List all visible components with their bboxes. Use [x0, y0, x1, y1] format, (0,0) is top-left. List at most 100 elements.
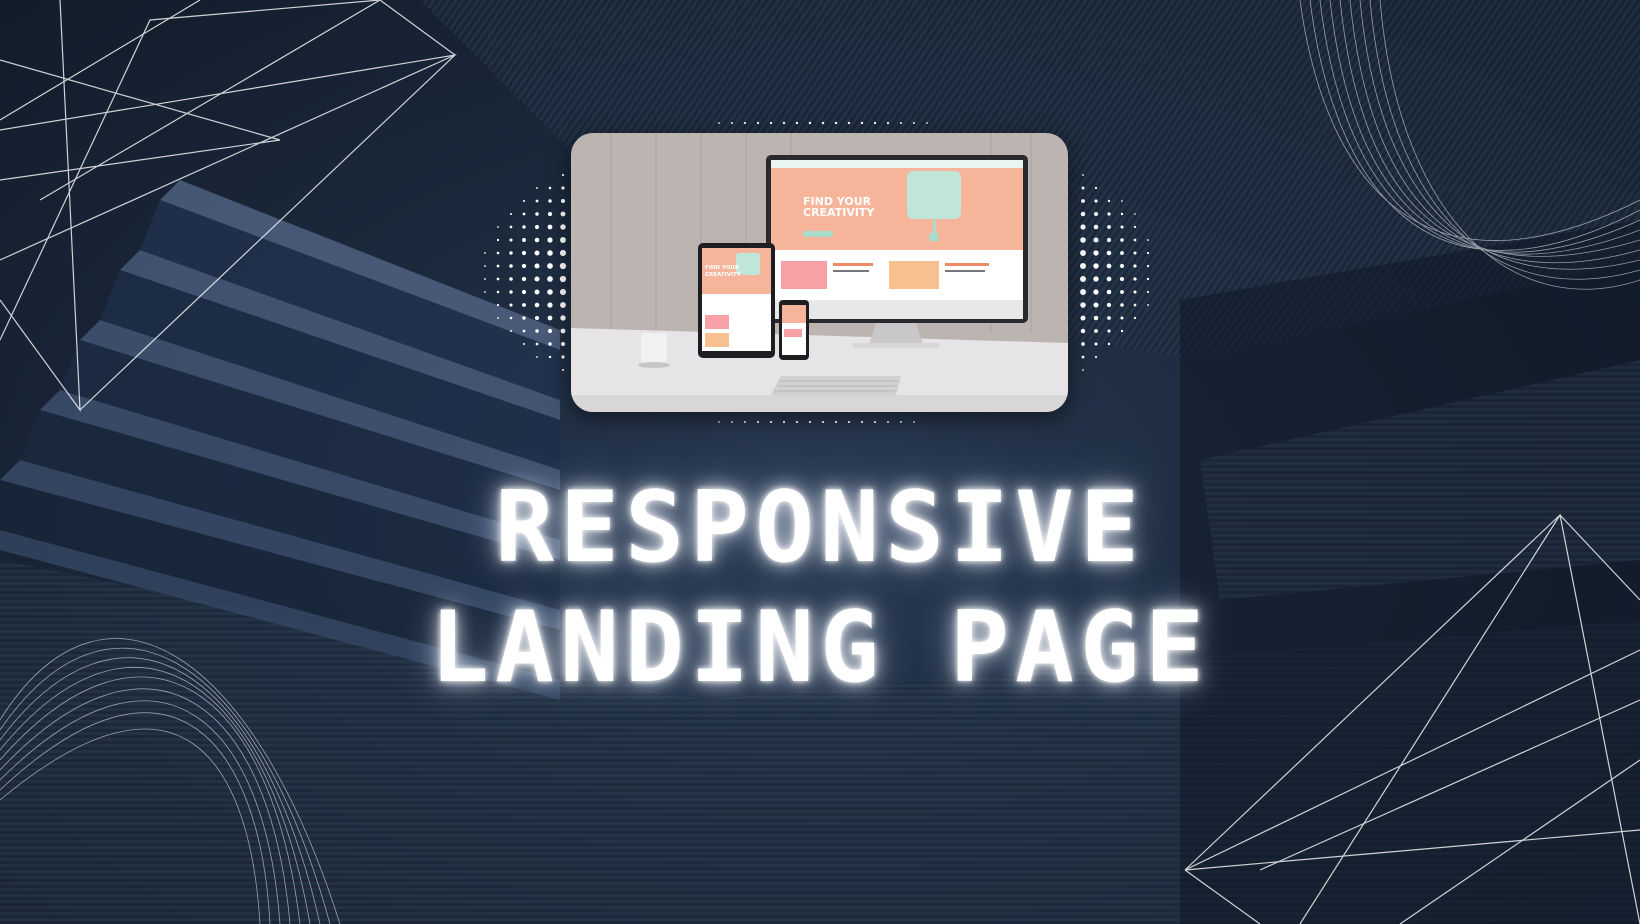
halftone-dot: [743, 121, 747, 125]
halftone-dot: [560, 224, 566, 230]
halftone-dot: [534, 263, 540, 269]
halftone-dot: [1106, 302, 1112, 308]
halftone-dot: [1079, 275, 1087, 283]
halftone-dot: [795, 121, 799, 125]
halftone-dot: [821, 121, 825, 125]
halftone-dot: [535, 329, 539, 333]
halftone-dot: [1081, 355, 1085, 359]
halftone-dot: [886, 420, 890, 424]
halftone-dot: [1094, 199, 1098, 203]
halftone-dot: [560, 341, 566, 347]
halftone-dot: [1133, 251, 1137, 255]
halftone-dot: [1106, 276, 1112, 282]
halftone-dot: [1082, 174, 1084, 176]
halftone-dot: [1093, 224, 1099, 230]
halftone-dot: [899, 121, 903, 125]
banner-canvas: FIND YOUR CREATIVITY FIND YOUR CREATIVIT…: [0, 0, 1640, 924]
halftone-dot: [535, 342, 539, 346]
halftone-dot: [1079, 262, 1087, 270]
halftone-dot: [484, 291, 486, 293]
halftone-dot: [782, 420, 786, 424]
halftone-dot: [1120, 212, 1124, 216]
halftone-dot: [560, 315, 566, 321]
halftone-dot: [808, 420, 812, 424]
halftone-dot: [536, 187, 538, 189]
halftone-dot: [560, 211, 566, 217]
halftone-dot: [497, 226, 499, 228]
halftone-dot: [1081, 186, 1085, 190]
halftone-dot: [926, 122, 928, 124]
halftone-dot: [1080, 315, 1086, 321]
halftone-dot: [873, 121, 877, 125]
halftone-dot: [509, 238, 513, 242]
halftone-dot: [731, 421, 733, 423]
halftone-dot: [821, 420, 825, 424]
halftone-dot: [521, 276, 527, 282]
halftone-dot: [1094, 212, 1098, 216]
halftone-dot: [547, 250, 553, 256]
halftone-dot: [1093, 237, 1099, 243]
halftone-dot: [484, 252, 486, 254]
halftone-dot: [496, 264, 500, 268]
halftone-dot: [559, 275, 567, 283]
halftone-dot: [497, 317, 499, 319]
halftone-dot: [522, 225, 526, 229]
halftone-dot: [1107, 212, 1111, 216]
halftone-dot: [1134, 213, 1136, 215]
tablet-headline-line2: CREATIVITY: [705, 272, 742, 278]
halftone-dot: [548, 186, 552, 190]
halftone-dot: [1107, 342, 1111, 346]
halftone-dot: [834, 420, 838, 424]
halftone-dot: [1120, 277, 1124, 281]
halftone-dot: [1107, 316, 1111, 320]
halftone-dot: [1133, 303, 1137, 307]
halftone-dot: [1093, 250, 1099, 256]
halftone-dot: [1106, 250, 1112, 256]
halftone-dot: [560, 198, 566, 204]
halftone-dot: [535, 199, 539, 203]
halftone-dot: [1080, 224, 1086, 230]
halftone-dot: [1080, 302, 1086, 308]
halftone-dot: [547, 237, 553, 243]
halftone-dot: [1120, 225, 1124, 229]
halftone-dot: [561, 355, 565, 359]
halftone-dot: [560, 302, 566, 308]
halftone-dot: [847, 121, 851, 125]
halftone-dot: [1093, 263, 1099, 269]
halftone-dot: [561, 186, 565, 190]
halftone-dot: [718, 122, 720, 124]
halftone-dot: [534, 315, 540, 321]
halftone-dot: [560, 328, 566, 334]
halftone-dot: [1107, 329, 1111, 333]
halftone-dot: [1106, 289, 1112, 295]
halftone-dot: [496, 251, 500, 255]
halftone-dot: [1120, 316, 1124, 320]
halftone-dot: [1081, 342, 1085, 346]
halftone-dot: [1146, 264, 1150, 268]
halftone-dot: [873, 420, 877, 424]
halftone-dot: [534, 237, 540, 243]
halftone-dot: [1080, 211, 1086, 217]
halftone-dot: [1093, 315, 1099, 321]
halftone-dot: [496, 277, 500, 281]
halftone-dot: [1133, 290, 1137, 294]
halftone-dot: [1120, 238, 1124, 242]
halftone-dot: [561, 368, 565, 372]
halftone-dot: [1133, 277, 1137, 281]
halftone-dot: [509, 212, 513, 216]
halftone-dot: [547, 211, 553, 217]
halftone-dot: [547, 315, 553, 321]
halftone-dot: [1094, 329, 1098, 333]
tablet-headline-line1: FIND YOUR: [705, 265, 740, 271]
halftone-dot: [900, 421, 902, 423]
halftone-dot: [522, 316, 526, 320]
halftone-dot: [547, 328, 553, 334]
halftone-dot: [560, 237, 566, 243]
halftone-dot: [559, 262, 567, 270]
monitor-headline-line2: CREATIVITY: [803, 206, 875, 219]
halftone-dot: [1133, 225, 1137, 229]
halftone-dot: [1107, 225, 1111, 229]
halftone-dot: [1133, 264, 1137, 268]
halftone-dot: [536, 356, 538, 358]
halftone-dot: [1146, 251, 1150, 255]
